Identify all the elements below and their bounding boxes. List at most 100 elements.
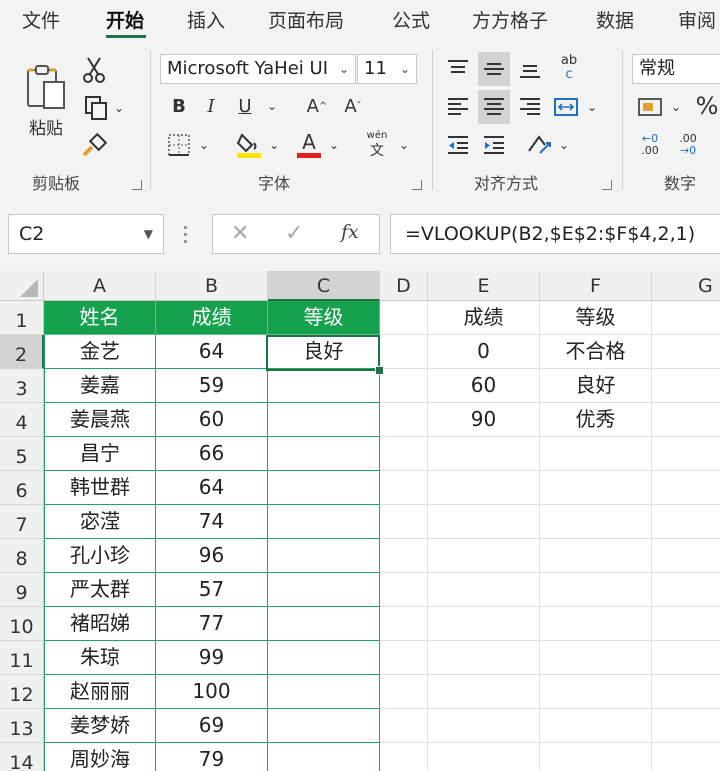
tab-ffcell[interactable]: 方方格子	[472, 6, 548, 33]
alignment-dialog-launcher[interactable]	[602, 180, 612, 190]
decrease-indent-button[interactable]	[442, 128, 474, 162]
wrap-text-button[interactable]: ab c	[552, 50, 586, 86]
tab-formulas[interactable]: 公式	[392, 6, 430, 33]
grid-cell[interactable]	[540, 743, 652, 771]
worksheet-grid[interactable]: A B C D E F G 1 姓名 成绩 等级 成绩 等级 2 金艺 64 良好 0 不合格 3 姜嘉 5…	[0, 271, 720, 771]
grid-cell[interactable]	[428, 607, 540, 641]
grade-cell[interactable]	[268, 505, 380, 539]
tab-review[interactable]: 审阅	[678, 6, 716, 33]
header-cell-name[interactable]: 姓名	[44, 301, 156, 335]
clipboard-dialog-launcher[interactable]	[132, 180, 142, 190]
grid-cell[interactable]	[652, 505, 720, 539]
align-left-button[interactable]	[442, 90, 474, 124]
lookup-grade-cell[interactable]: 良好	[540, 369, 652, 403]
grid-cell[interactable]	[652, 607, 720, 641]
grid-cell[interactable]	[380, 743, 428, 771]
score-cell[interactable]: 57	[156, 573, 268, 607]
name-cell[interactable]: 昌宁	[44, 437, 156, 471]
increase-decimal-button[interactable]: ←0 .00	[632, 126, 668, 164]
formula-input[interactable]: =VLOOKUP(B2,$E$2:$F$4,2,1)	[390, 214, 720, 254]
select-all-corner[interactable]	[0, 271, 44, 301]
score-cell[interactable]: 60	[156, 403, 268, 437]
cut-button[interactable]	[76, 52, 112, 88]
column-header-d[interactable]: D	[380, 271, 428, 301]
insert-function-button[interactable]: fx	[341, 221, 359, 243]
number-format-combo[interactable]: 常规	[632, 54, 720, 84]
grid-cell[interactable]	[652, 539, 720, 573]
column-header-g[interactable]: G	[652, 271, 720, 301]
grid-cell[interactable]	[428, 675, 540, 709]
grid-cell[interactable]	[652, 369, 720, 403]
name-cell[interactable]: 宓滢	[44, 505, 156, 539]
column-header-b[interactable]: B	[156, 271, 268, 301]
grid-cell[interactable]	[428, 709, 540, 743]
lookup-grade-cell[interactable]: 优秀	[540, 403, 652, 437]
grid-cell[interactable]	[380, 335, 428, 369]
score-cell[interactable]: 77	[156, 607, 268, 641]
grid-cell[interactable]	[380, 369, 428, 403]
grid-cell[interactable]	[540, 573, 652, 607]
name-cell[interactable]: 朱琼	[44, 641, 156, 675]
grid-cell[interactable]	[380, 641, 428, 675]
enter-check-icon[interactable]: ✓	[285, 221, 303, 246]
name-cell[interactable]: 褚昭娣	[44, 607, 156, 641]
name-cell[interactable]: 孔小珍	[44, 539, 156, 573]
column-header-a[interactable]: A	[44, 271, 156, 301]
grade-cell[interactable]	[268, 573, 380, 607]
row-header[interactable]: 3	[0, 369, 44, 403]
align-right-button[interactable]	[514, 90, 546, 124]
grid-cell[interactable]	[652, 471, 720, 505]
grade-cell[interactable]	[268, 471, 380, 505]
grade-cell[interactable]	[268, 539, 380, 573]
grid-cell[interactable]	[540, 709, 652, 743]
grade-cell[interactable]	[268, 369, 380, 403]
chevron-down-icon[interactable]: ⌄	[264, 90, 280, 122]
grid-cell[interactable]	[428, 573, 540, 607]
score-cell[interactable]: 59	[156, 369, 268, 403]
grid-cell[interactable]	[652, 641, 720, 675]
row-header[interactable]: 11	[0, 641, 44, 675]
lookup-header-grade[interactable]: 等级	[540, 301, 652, 335]
name-cell[interactable]: 金艺	[44, 335, 156, 369]
chevron-down-icon[interactable]: ⌄	[396, 128, 412, 162]
chevron-down-icon[interactable]: ⌄	[668, 90, 684, 124]
phonetic-guide-button[interactable]: wén 文	[360, 126, 394, 164]
chevron-down-icon[interactable]: ⌄	[556, 128, 572, 162]
row-header[interactable]: 4	[0, 403, 44, 437]
italic-button[interactable]: I	[198, 90, 224, 122]
grid-cell[interactable]	[380, 505, 428, 539]
tab-page-layout[interactable]: 页面布局	[268, 6, 344, 33]
name-cell[interactable]: 姜梦娇	[44, 709, 156, 743]
score-cell[interactable]: 96	[156, 539, 268, 573]
chevron-down-icon[interactable]: ⌄	[326, 128, 342, 162]
paste-button[interactable]: 粘贴	[18, 56, 74, 146]
row-header[interactable]: 7	[0, 505, 44, 539]
align-bottom-button[interactable]	[514, 52, 546, 86]
chevron-down-icon[interactable]: ⌄	[266, 128, 282, 162]
grade-cell[interactable]	[268, 641, 380, 675]
font-name-combo[interactable]: Microsoft YaHei UI ⌄	[160, 54, 356, 84]
grid-cell[interactable]	[652, 335, 720, 369]
row-header[interactable]: 8	[0, 539, 44, 573]
row-header[interactable]: 12	[0, 675, 44, 709]
row-header[interactable]: 1	[0, 301, 44, 335]
name-cell[interactable]: 赵丽丽	[44, 675, 156, 709]
increase-indent-button[interactable]	[478, 128, 510, 162]
grid-cell[interactable]	[380, 539, 428, 573]
lookup-score-cell[interactable]: 60	[428, 369, 540, 403]
name-cell[interactable]: 姜晨燕	[44, 403, 156, 437]
cancel-icon[interactable]: ✕	[231, 221, 249, 246]
name-cell[interactable]: 韩世群	[44, 471, 156, 505]
grid-cell[interactable]	[540, 641, 652, 675]
fill-color-button[interactable]	[234, 128, 264, 162]
column-header-f[interactable]: F	[540, 271, 652, 301]
grid-cell[interactable]	[540, 539, 652, 573]
grid-cell[interactable]	[380, 301, 428, 335]
score-cell[interactable]: 100	[156, 675, 268, 709]
underline-button[interactable]: U	[232, 90, 258, 122]
name-cell[interactable]: 姜嘉	[44, 369, 156, 403]
column-header-c[interactable]: C	[268, 271, 380, 301]
align-middle-button[interactable]	[478, 52, 510, 86]
row-header[interactable]: 5	[0, 437, 44, 471]
grade-cell[interactable]	[268, 437, 380, 471]
